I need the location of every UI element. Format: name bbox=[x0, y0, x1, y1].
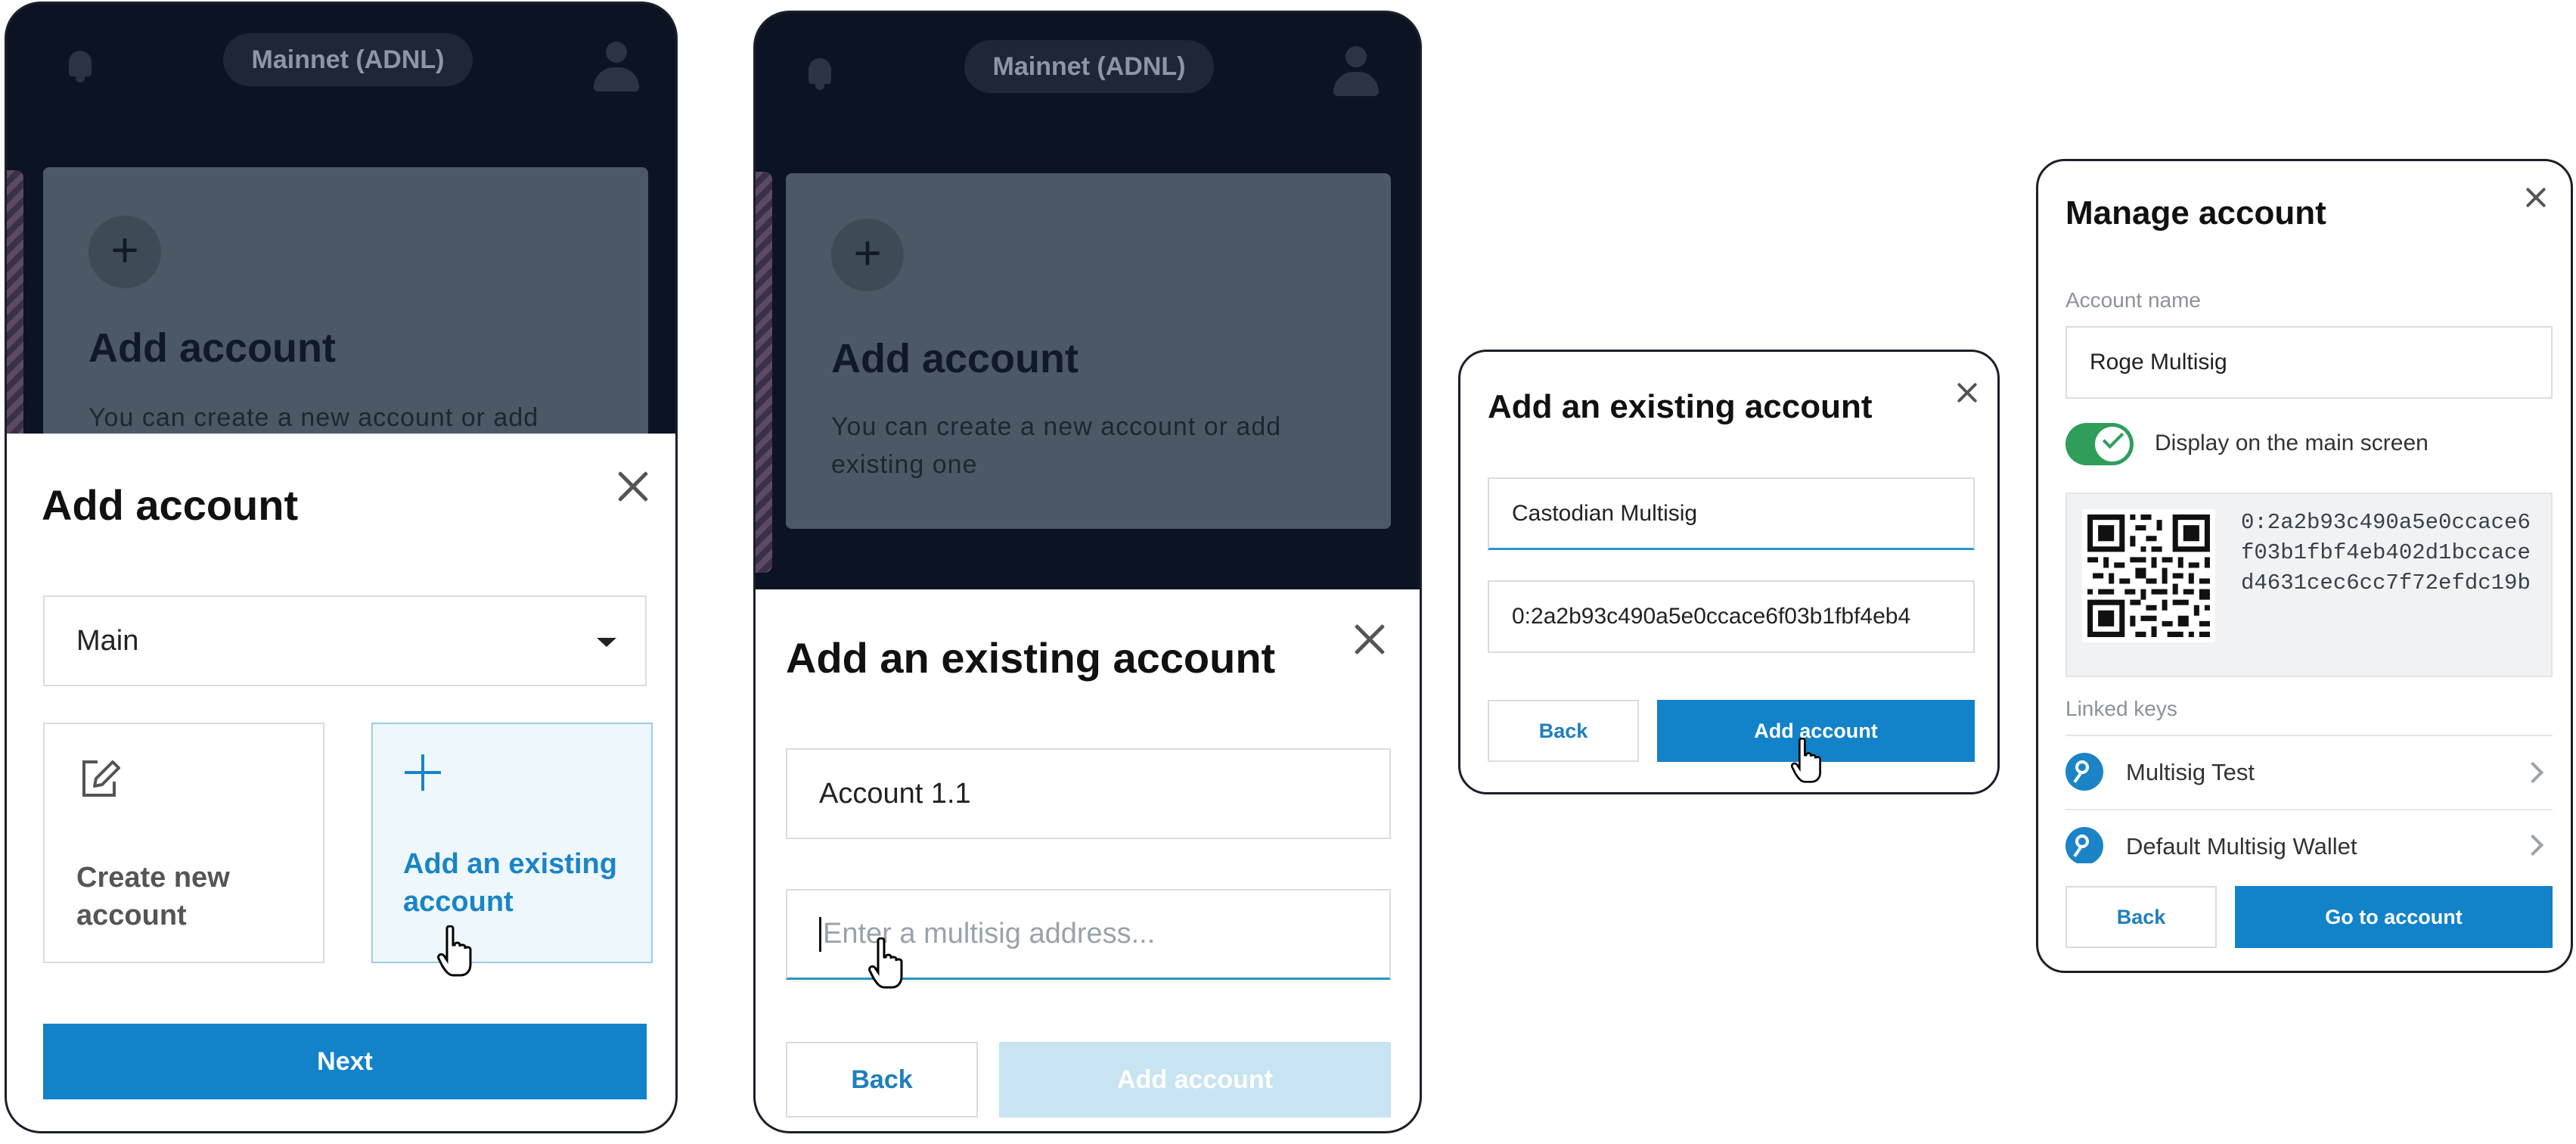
dialog-title: Manage account bbox=[2065, 194, 2326, 232]
card-title: Add account bbox=[88, 325, 337, 371]
address-panel: 0:2a2b93c490a5e0ccace6f03b1fbf4eb402d1bc… bbox=[2065, 493, 2553, 677]
multisig-address-input[interactable]: 0:2a2b93c490a5e0ccace6f03b1fbf4eb4 bbox=[1488, 580, 1975, 653]
network-selector[interactable]: Mainnet (ADNL) bbox=[964, 40, 1214, 93]
display-toggle-label: Display on the main screen bbox=[2155, 431, 2429, 455]
account-select-value: Main bbox=[76, 624, 139, 657]
key-icon bbox=[2065, 753, 2103, 791]
account-name-value: Castodian Multisig bbox=[1512, 500, 1698, 526]
add-existing-account-dialog: Add an existing account Castodian Multis… bbox=[1458, 350, 2000, 794]
create-new-account-option[interactable]: Create new account bbox=[43, 723, 324, 963]
profile-icon[interactable] bbox=[594, 42, 639, 92]
plus-icon: + bbox=[831, 219, 904, 291]
toggle-knob bbox=[2095, 427, 2130, 462]
account-select[interactable]: Main bbox=[43, 595, 647, 686]
dialog-title: Add an existing account bbox=[1488, 388, 1873, 425]
account-address[interactable]: 0:2a2b93c490a5e0ccace6f03b1fbf4eb402d1bc… bbox=[2241, 508, 2540, 598]
card-description: You can create a new account or add exis… bbox=[831, 412, 1282, 479]
close-icon[interactable] bbox=[2522, 184, 2550, 211]
back-button[interactable]: Back bbox=[2065, 886, 2217, 948]
key-icon bbox=[2065, 827, 2103, 863]
account-name-input[interactable]: Roge Multisig bbox=[2065, 326, 2553, 399]
close-icon[interactable] bbox=[616, 470, 650, 503]
sheet-title: Add account bbox=[42, 481, 299, 529]
linked-key-row[interactable]: Default Multisig Wallet bbox=[2065, 810, 2553, 863]
manage-account-dialog: Manage account Account name Roge Multisi… bbox=[2036, 159, 2573, 973]
chevron-right-icon bbox=[2522, 761, 2544, 784]
add-existing-account-option[interactable]: Add an existing account bbox=[371, 723, 653, 963]
add-account-sheet: Add account Main Create new account Add … bbox=[7, 434, 675, 1131]
linked-keys-label: Linked keys bbox=[2065, 697, 2177, 720]
hand-cursor-icon bbox=[1790, 738, 1821, 783]
account-card-peek bbox=[7, 170, 23, 443]
close-icon[interactable] bbox=[1353, 623, 1386, 656]
plus-icon bbox=[405, 754, 441, 791]
card-description: You can create a new account or add bbox=[88, 403, 539, 432]
account-name-value: Account 1.1 bbox=[819, 777, 971, 810]
hand-cursor-icon bbox=[868, 937, 903, 989]
plus-icon: + bbox=[88, 216, 161, 288]
add-existing-account-screen: Mainnet (ADNL) + Add account You can cre… bbox=[753, 11, 1422, 1133]
hand-cursor-icon bbox=[437, 925, 472, 977]
linked-key-row[interactable]: Multisig Test bbox=[2065, 736, 2553, 809]
add-account-screen: Mainnet (ADNL) + Add account You can cre… bbox=[5, 2, 678, 1133]
next-button[interactable]: Next bbox=[43, 1024, 647, 1099]
bell-icon[interactable] bbox=[799, 52, 840, 93]
account-name-input[interactable]: Castodian Multisig bbox=[1488, 477, 1975, 550]
account-name-label: Account name bbox=[2065, 288, 2201, 312]
add-account-card[interactable]: + Add account You can create a new accou… bbox=[786, 173, 1391, 529]
check-icon bbox=[2102, 427, 2124, 449]
linked-key-label: Default Multisig Wallet bbox=[2126, 833, 2357, 860]
create-new-account-label: Create new account bbox=[76, 862, 230, 931]
add-existing-account-label: Add an existing account bbox=[403, 848, 617, 918]
address-value: 0:2a2b93c490a5e0ccace6f03b1fbf4eb4 bbox=[1512, 604, 1911, 629]
account-card-peek bbox=[756, 172, 772, 573]
bell-icon[interactable] bbox=[60, 45, 101, 85]
profile-icon[interactable] bbox=[1333, 46, 1379, 96]
close-icon[interactable] bbox=[1954, 379, 1981, 406]
add-account-card[interactable]: + Add account You can create a new accou… bbox=[43, 167, 648, 470]
go-to-account-button[interactable]: Go to account bbox=[2235, 886, 2553, 948]
qr-code-icon bbox=[2082, 509, 2215, 642]
network-selector[interactable]: Mainnet (ADNL) bbox=[223, 33, 473, 86]
edit-icon bbox=[82, 760, 120, 797]
sheet-title: Add an existing account bbox=[786, 634, 1276, 682]
card-title: Add account bbox=[831, 336, 1079, 381]
add-account-button[interactable]: Add account bbox=[999, 1042, 1391, 1118]
text-caret bbox=[819, 916, 821, 952]
add-existing-account-sheet: Add an existing account Account 1.1 Ente… bbox=[756, 589, 1420, 1131]
account-name-input[interactable]: Account 1.1 bbox=[786, 748, 1391, 839]
chevron-right-icon bbox=[2522, 834, 2544, 856]
display-toggle[interactable] bbox=[2065, 423, 2134, 465]
back-button[interactable]: Back bbox=[786, 1042, 978, 1118]
back-button[interactable]: Back bbox=[1488, 700, 1639, 762]
account-name-value: Roge Multisig bbox=[2090, 350, 2227, 375]
linked-key-label: Multisig Test bbox=[2126, 759, 2255, 785]
chevron-down-icon bbox=[597, 638, 616, 647]
